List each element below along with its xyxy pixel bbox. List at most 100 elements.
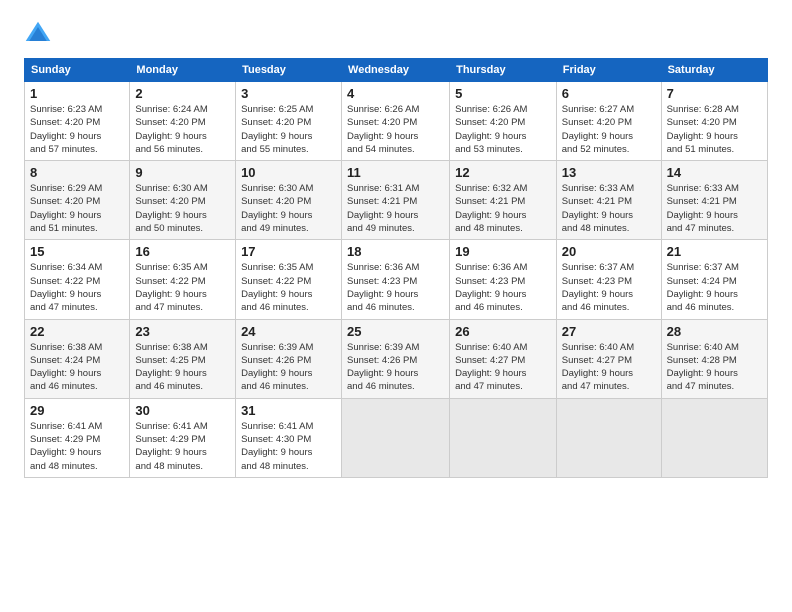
calendar-cell: 26 Sunrise: 6:40 AM Sunset: 4:27 PM Dayli… <box>450 319 557 398</box>
calendar-cell: 15 Sunrise: 6:34 AM Sunset: 4:22 PM Dayli… <box>25 240 130 319</box>
day-info: Sunrise: 6:39 AM Sunset: 4:26 PM Dayligh… <box>241 341 336 394</box>
calendar-cell: 13Sunrise: 6:33 AM Sunset: 4:21 PM Dayli… <box>556 161 661 240</box>
day-number: 9 <box>135 165 230 180</box>
day-info: Sunrise: 6:41 AM Sunset: 4:29 PM Dayligh… <box>135 420 230 473</box>
day-number: 10 <box>241 165 336 180</box>
calendar-header-saturday: Saturday <box>661 59 767 82</box>
calendar-header-thursday: Thursday <box>450 59 557 82</box>
calendar-cell: 28 Sunrise: 6:40 AM Sunset: 4:28 PM Dayli… <box>661 319 767 398</box>
day-info: Sunrise: 6:40 AM Sunset: 4:28 PM Dayligh… <box>667 341 762 394</box>
calendar-week-3: 15 Sunrise: 6:34 AM Sunset: 4:22 PM Dayli… <box>25 240 768 319</box>
day-info: Sunrise: 6:35 AM Sunset: 4:22 PM Dayligh… <box>135 261 230 314</box>
day-number: 26 <box>455 324 551 339</box>
day-number: 25 <box>347 324 444 339</box>
calendar-header-wednesday: Wednesday <box>342 59 450 82</box>
day-number: 4 <box>347 86 444 101</box>
day-info: Sunrise: 6:26 AM Sunset: 4:20 PM Dayligh… <box>347 103 444 156</box>
calendar-cell <box>556 398 661 477</box>
day-info: Sunrise: 6:41 AM Sunset: 4:29 PM Dayligh… <box>30 420 124 473</box>
day-number: 14 <box>667 165 762 180</box>
page: SundayMondayTuesdayWednesdayThursdayFrid… <box>0 0 792 612</box>
calendar-cell: 17 Sunrise: 6:35 AM Sunset: 4:22 PM Dayli… <box>236 240 342 319</box>
day-info: Sunrise: 6:25 AM Sunset: 4:20 PM Dayligh… <box>241 103 336 156</box>
calendar-cell: 10 Sunrise: 6:30 AM Sunset: 4:20 PM Dayli… <box>236 161 342 240</box>
calendar-cell: 20 Sunrise: 6:37 AM Sunset: 4:23 PM Dayli… <box>556 240 661 319</box>
day-number: 6 <box>562 86 656 101</box>
day-info: Sunrise: 6:29 AM Sunset: 4:20 PM Dayligh… <box>30 182 124 235</box>
calendar-cell: 23 Sunrise: 6:38 AM Sunset: 4:25 PM Dayli… <box>130 319 236 398</box>
day-info: Sunrise: 6:40 AM Sunset: 4:27 PM Dayligh… <box>455 341 551 394</box>
day-number: 15 <box>30 244 124 259</box>
day-number: 30 <box>135 403 230 418</box>
day-info: Sunrise: 6:28 AM Sunset: 4:20 PM Dayligh… <box>667 103 762 156</box>
day-number: 11 <box>347 165 444 180</box>
day-number: 1 <box>30 86 124 101</box>
day-number: 24 <box>241 324 336 339</box>
calendar-cell: 5 Sunrise: 6:26 AM Sunset: 4:20 PM Daylig… <box>450 82 557 161</box>
day-info: Sunrise: 6:32 AM Sunset: 4:21 PM Dayligh… <box>455 182 551 235</box>
calendar-cell: 25Sunrise: 6:39 AM Sunset: 4:26 PM Dayli… <box>342 319 450 398</box>
logo-icon <box>24 20 52 48</box>
calendar-header-friday: Friday <box>556 59 661 82</box>
day-number: 23 <box>135 324 230 339</box>
calendar-header-monday: Monday <box>130 59 236 82</box>
day-number: 22 <box>30 324 124 339</box>
calendar-cell: 7 Sunrise: 6:28 AM Sunset: 4:20 PM Daylig… <box>661 82 767 161</box>
calendar-cell: 2Sunrise: 6:24 AM Sunset: 4:20 PM Daylig… <box>130 82 236 161</box>
day-info: Sunrise: 6:38 AM Sunset: 4:25 PM Dayligh… <box>135 341 230 394</box>
calendar-cell <box>661 398 767 477</box>
day-number: 27 <box>562 324 656 339</box>
day-number: 19 <box>455 244 551 259</box>
calendar-cell: 12 Sunrise: 6:32 AM Sunset: 4:21 PM Dayli… <box>450 161 557 240</box>
calendar-cell <box>342 398 450 477</box>
calendar-cell: 4 Sunrise: 6:26 AM Sunset: 4:20 PM Daylig… <box>342 82 450 161</box>
day-info: Sunrise: 6:40 AM Sunset: 4:27 PM Dayligh… <box>562 341 656 394</box>
calendar-cell: 22 Sunrise: 6:38 AM Sunset: 4:24 PM Dayli… <box>25 319 130 398</box>
calendar-cell: 3 Sunrise: 6:25 AM Sunset: 4:20 PM Daylig… <box>236 82 342 161</box>
day-info: Sunrise: 6:27 AM Sunset: 4:20 PM Dayligh… <box>562 103 656 156</box>
day-info: Sunrise: 6:26 AM Sunset: 4:20 PM Dayligh… <box>455 103 551 156</box>
day-info: Sunrise: 6:23 AM Sunset: 4:20 PM Dayligh… <box>30 103 124 156</box>
day-info: Sunrise: 6:35 AM Sunset: 4:22 PM Dayligh… <box>241 261 336 314</box>
calendar-cell: 14 Sunrise: 6:33 AM Sunset: 4:21 PM Dayli… <box>661 161 767 240</box>
day-number: 20 <box>562 244 656 259</box>
calendar-cell: 24 Sunrise: 6:39 AM Sunset: 4:26 PM Dayli… <box>236 319 342 398</box>
day-number: 29 <box>30 403 124 418</box>
day-number: 18 <box>347 244 444 259</box>
day-info: Sunrise: 6:37 AM Sunset: 4:23 PM Dayligh… <box>562 261 656 314</box>
day-number: 3 <box>241 86 336 101</box>
day-info: Sunrise: 6:36 AM Sunset: 4:23 PM Dayligh… <box>455 261 551 314</box>
day-info: Sunrise: 6:36 AM Sunset: 4:23 PM Dayligh… <box>347 261 444 314</box>
calendar-cell: 30 Sunrise: 6:41 AM Sunset: 4:29 PM Dayli… <box>130 398 236 477</box>
calendar-cell: 11 Sunrise: 6:31 AM Sunset: 4:21 PM Dayli… <box>342 161 450 240</box>
day-info: Sunrise: 6:33 AM Sunset: 4:21 PM Dayligh… <box>667 182 762 235</box>
calendar-cell: 27 Sunrise: 6:40 AM Sunset: 4:27 PM Dayli… <box>556 319 661 398</box>
day-number: 7 <box>667 86 762 101</box>
logo <box>24 20 56 48</box>
calendar-cell: 8 Sunrise: 6:29 AM Sunset: 4:20 PM Daylig… <box>25 161 130 240</box>
calendar-week-1: 1 Sunrise: 6:23 AM Sunset: 4:20 PM Daylig… <box>25 82 768 161</box>
calendar-cell: 1 Sunrise: 6:23 AM Sunset: 4:20 PM Daylig… <box>25 82 130 161</box>
calendar-cell <box>450 398 557 477</box>
day-info: Sunrise: 6:31 AM Sunset: 4:21 PM Dayligh… <box>347 182 444 235</box>
calendar-week-2: 8 Sunrise: 6:29 AM Sunset: 4:20 PM Daylig… <box>25 161 768 240</box>
day-number: 12 <box>455 165 551 180</box>
day-info: Sunrise: 6:38 AM Sunset: 4:24 PM Dayligh… <box>30 341 124 394</box>
day-number: 2 <box>135 86 230 101</box>
day-info: Sunrise: 6:30 AM Sunset: 4:20 PM Dayligh… <box>241 182 336 235</box>
day-info: Sunrise: 6:34 AM Sunset: 4:22 PM Dayligh… <box>30 261 124 314</box>
day-number: 13 <box>562 165 656 180</box>
day-number: 28 <box>667 324 762 339</box>
calendar-cell: 29 Sunrise: 6:41 AM Sunset: 4:29 PM Dayli… <box>25 398 130 477</box>
calendar-header-row: SundayMondayTuesdayWednesdayThursdayFrid… <box>25 59 768 82</box>
day-info: Sunrise: 6:30 AM Sunset: 4:20 PM Dayligh… <box>135 182 230 235</box>
day-number: 17 <box>241 244 336 259</box>
calendar-week-4: 22 Sunrise: 6:38 AM Sunset: 4:24 PM Dayli… <box>25 319 768 398</box>
day-number: 8 <box>30 165 124 180</box>
calendar-cell: 9 Sunrise: 6:30 AM Sunset: 4:20 PM Daylig… <box>130 161 236 240</box>
calendar-week-5: 29 Sunrise: 6:41 AM Sunset: 4:29 PM Dayli… <box>25 398 768 477</box>
calendar-cell: 16 Sunrise: 6:35 AM Sunset: 4:22 PM Dayli… <box>130 240 236 319</box>
day-number: 5 <box>455 86 551 101</box>
day-info: Sunrise: 6:41 AM Sunset: 4:30 PM Dayligh… <box>241 420 336 473</box>
day-number: 16 <box>135 244 230 259</box>
